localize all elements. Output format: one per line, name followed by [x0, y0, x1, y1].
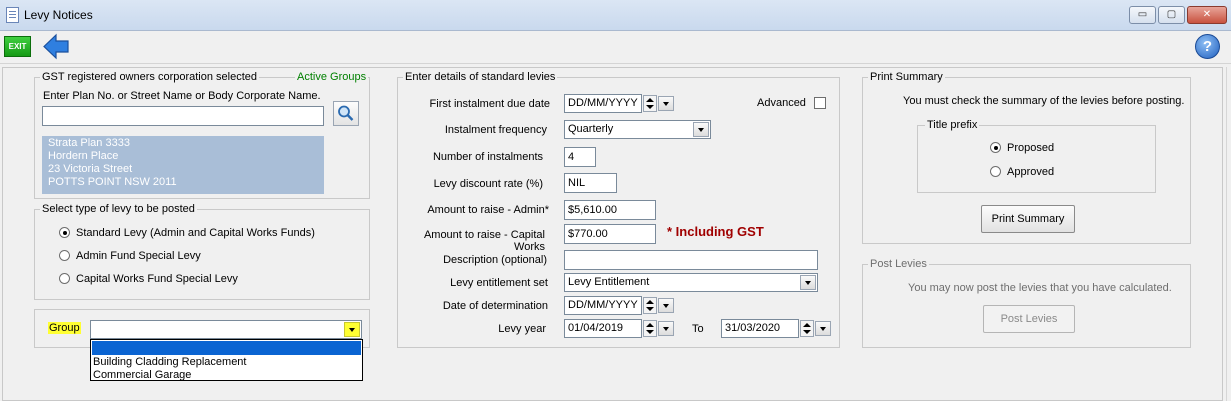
- admin-amount-label: Amount to raise - Admin*: [427, 204, 549, 216]
- close-button[interactable]: ✕: [1187, 6, 1227, 24]
- chevron-down-icon[interactable]: [344, 322, 360, 337]
- admin-amount-input[interactable]: [564, 200, 656, 220]
- standard-levy-label[interactable]: Standard Levy (Admin and Capital Works F…: [76, 227, 315, 239]
- levy-type-legend: Select type of levy to be posted: [40, 203, 197, 215]
- address-line: 23 Victoria Street: [48, 163, 133, 175]
- frequency-select[interactable]: Quarterly: [564, 120, 711, 139]
- magnifier-icon: [338, 105, 354, 121]
- approved-label[interactable]: Approved: [1007, 166, 1054, 178]
- date-spinner[interactable]: [643, 297, 657, 314]
- admin-special-levy-label[interactable]: Admin Fund Special Levy: [76, 250, 201, 262]
- description-label: Description (optional): [443, 254, 547, 266]
- capital-special-levy-label[interactable]: Capital Works Fund Special Levy: [76, 273, 238, 285]
- to-label: To: [692, 323, 704, 335]
- title-prefix-legend: Title prefix: [925, 119, 980, 131]
- search-label: Enter Plan No. or Street Name or Body Co…: [43, 90, 321, 102]
- minimize-button[interactable]: ▭: [1129, 6, 1156, 24]
- levy-year-label: Levy year: [498, 323, 546, 335]
- back-arrow-icon[interactable]: [41, 33, 71, 60]
- first-instalment-label: First instalment due date: [429, 98, 550, 110]
- help-icon[interactable]: ?: [1195, 34, 1220, 59]
- title-bar: [0, 0, 1231, 31]
- first-instalment-date[interactable]: DD/MM/YYYY: [564, 94, 642, 113]
- standard-levy-radio[interactable]: [59, 227, 70, 238]
- date-spinner[interactable]: [800, 320, 814, 337]
- date-spinner[interactable]: [643, 320, 657, 337]
- chevron-down-icon[interactable]: [815, 321, 831, 336]
- chevron-down-icon[interactable]: [658, 321, 674, 336]
- address-line: POTTS POINT NSW 2011: [48, 176, 177, 188]
- exit-button[interactable]: EXIT: [4, 36, 31, 57]
- dropdown-option[interactable]: [92, 341, 361, 355]
- gst-note: * Including GST: [667, 224, 764, 239]
- gst-group-legend: GST registered owners corporation select…: [40, 71, 260, 83]
- levy-year-to[interactable]: 31/03/2020: [721, 319, 799, 338]
- chevron-down-icon[interactable]: [693, 122, 709, 137]
- capital-amount-label-cont: Works: [514, 241, 545, 253]
- approved-radio[interactable]: [990, 166, 1001, 177]
- search-input[interactable]: [42, 106, 324, 126]
- proposed-radio[interactable]: [990, 142, 1001, 153]
- print-summary-button[interactable]: Print Summary: [981, 205, 1075, 233]
- dropdown-option[interactable]: Building Cladding Replacement: [91, 356, 362, 369]
- scrollbar-track: [1226, 67, 1227, 401]
- search-button[interactable]: [333, 101, 359, 126]
- description-input[interactable]: [564, 250, 818, 270]
- admin-special-levy-radio[interactable]: [59, 250, 70, 261]
- frequency-label: Instalment frequency: [444, 124, 547, 136]
- capital-special-levy-radio[interactable]: [59, 273, 70, 284]
- maximize-button[interactable]: ▢: [1158, 6, 1185, 24]
- post-levies-instruction: You may now post the levies that you hav…: [908, 282, 1172, 294]
- entitlement-select[interactable]: Levy Entitlement: [564, 273, 818, 292]
- title-prefix-group-box: [917, 125, 1156, 193]
- active-groups-link[interactable]: Active Groups: [295, 71, 369, 83]
- proposed-label[interactable]: Proposed: [1007, 142, 1054, 154]
- entitlement-label: Levy entitlement set: [450, 277, 548, 289]
- chevron-down-icon[interactable]: [658, 96, 674, 111]
- advanced-label: Advanced: [757, 97, 806, 109]
- determination-label: Date of determination: [442, 300, 548, 312]
- chevron-down-icon[interactable]: [658, 298, 674, 313]
- window-title: Levy Notices: [24, 8, 93, 22]
- group-dropdown-list: Building Cladding Replacement Commercial…: [90, 339, 363, 381]
- address-line: Hordern Place: [48, 150, 119, 162]
- num-instalments-input[interactable]: [564, 147, 596, 167]
- post-levies-legend: Post Levies: [868, 258, 929, 270]
- standard-levies-legend: Enter details of standard levies: [403, 71, 558, 83]
- capital-amount-label: Amount to raise - Capital: [423, 229, 545, 241]
- dropdown-option[interactable]: Commercial Garage: [91, 369, 362, 382]
- discount-input[interactable]: [564, 173, 617, 193]
- group-select[interactable]: [90, 320, 362, 339]
- date-spinner[interactable]: [643, 95, 657, 112]
- print-summary-instruction: You must check the summary of the levies…: [903, 95, 1185, 107]
- selected-address-box: Strata Plan 3333 Hordern Place 23 Victor…: [42, 136, 324, 194]
- advanced-checkbox[interactable]: [814, 97, 826, 109]
- print-summary-legend: Print Summary: [868, 71, 945, 83]
- capital-amount-input[interactable]: [564, 224, 656, 244]
- levy-year-from[interactable]: 01/04/2019: [564, 319, 642, 338]
- toolbar: [0, 31, 1231, 64]
- chevron-down-icon[interactable]: [800, 275, 816, 290]
- document-icon: [6, 7, 19, 23]
- determination-date[interactable]: DD/MM/YYYY: [564, 296, 642, 315]
- num-instalments-label: Number of instalments: [432, 151, 543, 163]
- address-line: Strata Plan 3333: [48, 137, 130, 149]
- group-label: Group: [48, 322, 81, 334]
- post-levies-button[interactable]: Post Levies: [983, 305, 1075, 333]
- discount-label: Levy discount rate (%): [433, 178, 543, 190]
